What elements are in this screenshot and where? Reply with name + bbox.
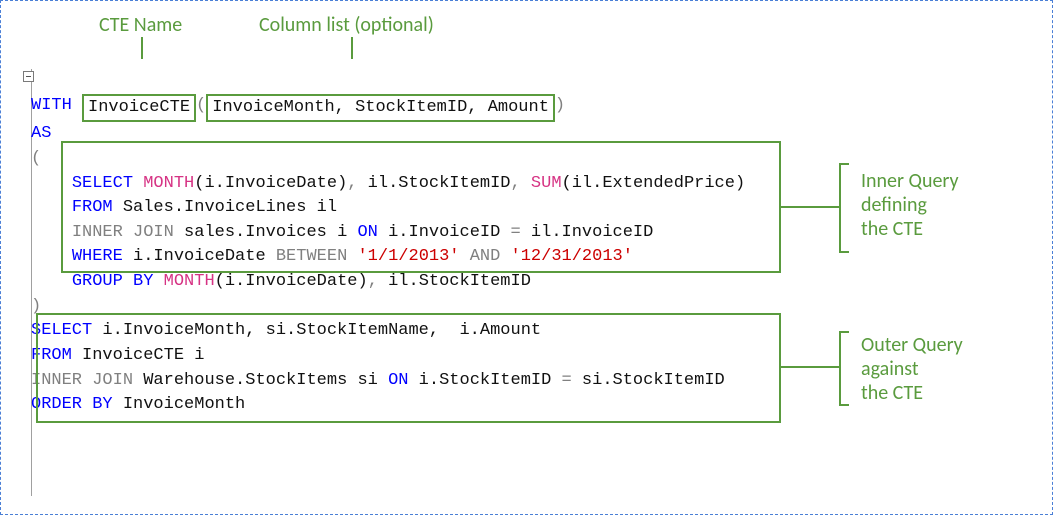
connector-outer	[781, 366, 841, 368]
paren-open: (	[196, 96, 206, 115]
box-inner-query	[61, 141, 781, 273]
tick-cte-name	[141, 37, 143, 59]
bracket-inner	[839, 163, 841, 253]
label-inner-query: Inner Query defining the CTE	[861, 169, 959, 241]
box-column-list: InvoiceMonth, StockItemID, Amount	[206, 94, 555, 123]
label-outer-query: Outer Query against the CTE	[861, 333, 963, 405]
bracket-outer	[839, 331, 841, 406]
annotation-cte-name: CTE Name	[99, 11, 182, 40]
tick-column-list	[351, 37, 353, 59]
annotation-column-list: Column list (optional)	[259, 11, 434, 40]
box-cte-name: InvoiceCTE	[82, 94, 196, 123]
kw-with: WITH	[31, 96, 72, 115]
kw-as: AS	[31, 124, 51, 143]
paren-close: )	[555, 96, 565, 115]
box-outer-query	[36, 313, 781, 423]
diagram-frame: CTE Name Column list (optional) WITH Inv…	[0, 0, 1053, 515]
connector-inner	[781, 206, 841, 208]
